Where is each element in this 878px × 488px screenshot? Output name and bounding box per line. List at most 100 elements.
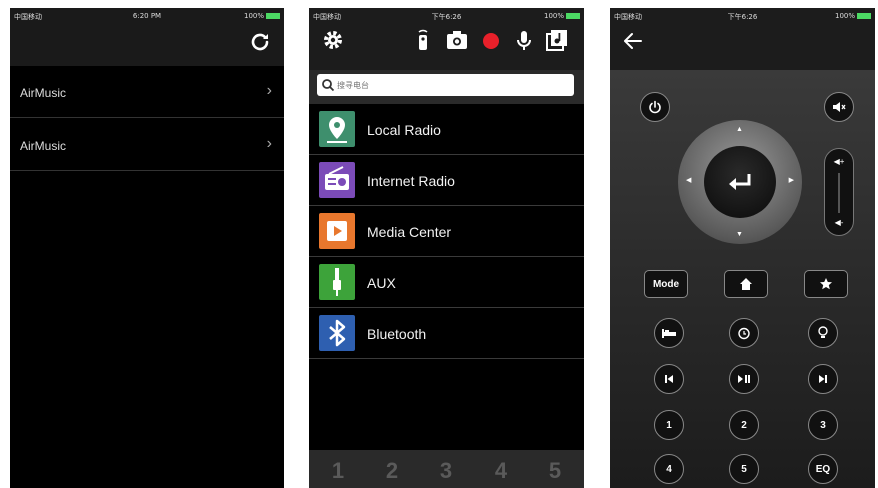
volume-up-icon[interactable]: ◀+ [825, 157, 853, 166]
source-label: Media Center [367, 224, 452, 240]
number-2-button[interactable]: 2 [729, 410, 759, 440]
preset-3-button[interactable]: 3 [431, 458, 461, 484]
number-5-button[interactable]: 5 [729, 454, 759, 484]
home-icon [740, 278, 752, 290]
remote-body: ▲ ▼ ◀ ▶ ◀+ ◀- Mode 1 2 3 4 5 EQ [610, 70, 875, 488]
source-label: Bluetooth [367, 326, 427, 342]
device-name: AirMusic [20, 86, 67, 100]
bluetooth-icon [319, 315, 355, 351]
eq-button[interactable]: EQ [808, 454, 838, 484]
music-icon[interactable] [545, 28, 569, 52]
search-input[interactable] [337, 76, 567, 94]
source-aux[interactable]: AUX [309, 257, 584, 308]
source-media-center[interactable]: Media Center [309, 206, 584, 257]
dpad-left-button[interactable]: ◀ [686, 176, 691, 184]
header: 中国移动 下午6:26 100% [610, 8, 875, 70]
mute-button[interactable] [824, 92, 854, 122]
button-label: 5 [741, 463, 747, 475]
dpad-down-button[interactable]: ▼ [736, 231, 743, 238]
battery: 100% [244, 12, 280, 20]
enter-icon [729, 174, 751, 190]
chevron-right-icon: › [266, 82, 272, 99]
home-button[interactable] [724, 270, 768, 298]
internet-radio-icon [319, 162, 355, 198]
header: 中国移动 6:20 PM 100% [10, 8, 284, 66]
sleep-button[interactable] [654, 318, 684, 348]
chevron-right-icon: › [266, 135, 272, 152]
play-pause-button[interactable] [729, 364, 759, 394]
preset-bar: 1 2 3 4 5 [309, 450, 584, 488]
back-arrow-icon[interactable] [622, 30, 644, 52]
remote-icon[interactable] [411, 28, 435, 52]
status-bar: 中国移动 6:20 PM 100% [10, 8, 284, 24]
source-bluetooth[interactable]: Bluetooth [309, 308, 584, 359]
mode-button[interactable]: Mode [644, 270, 688, 298]
power-icon [649, 100, 661, 114]
status-bar: 中国移动 下午6:26 100% [309, 8, 584, 24]
preset-4-button[interactable]: 4 [486, 458, 516, 484]
battery: 100% [835, 12, 871, 20]
battery-icon [566, 13, 580, 19]
button-label: 4 [666, 463, 672, 475]
bed-icon [662, 329, 676, 338]
alarm-clock-icon [738, 327, 750, 340]
battery: 100% [544, 12, 580, 20]
camera-icon[interactable] [445, 28, 469, 52]
media-center-icon [319, 213, 355, 249]
preset-2-button[interactable]: 2 [377, 458, 407, 484]
battery-level: 100% [543, 12, 564, 20]
play-pause-icon [738, 375, 750, 383]
source-local-radio[interactable]: Local Radio [309, 104, 584, 155]
battery-icon [266, 13, 280, 19]
skip-previous-icon [665, 375, 673, 383]
battery-level: 100% [834, 12, 855, 20]
record-icon[interactable] [479, 28, 503, 52]
device-list-screen: 中国移动 6:20 PM 100% AirMusic › AirMusic › [10, 8, 284, 488]
aux-icon [319, 264, 355, 300]
button-label: 1 [666, 419, 672, 431]
preset-5-button[interactable]: 5 [540, 458, 570, 484]
refresh-icon[interactable] [248, 30, 272, 54]
dpad-up-button[interactable]: ▲ [736, 126, 743, 133]
previous-button[interactable] [654, 364, 684, 394]
enter-button[interactable] [704, 146, 776, 218]
search-box[interactable] [317, 74, 574, 96]
battery-level: 100% [243, 12, 264, 20]
source-internet-radio[interactable]: Internet Radio [309, 155, 584, 206]
source-label: Local Radio [367, 122, 441, 138]
source-label: AUX [367, 275, 396, 291]
remote-control-screen: 中国移动 下午6:26 100% ▲ ▼ ◀ ▶ ◀+ ◀- Mode 1 2 … [610, 8, 875, 488]
number-1-button[interactable]: 1 [654, 410, 684, 440]
button-label: EQ [815, 463, 831, 475]
gear-icon[interactable] [321, 28, 345, 52]
source-label: Internet Radio [367, 173, 455, 189]
volume-down-icon[interactable]: ◀- [825, 218, 853, 227]
power-button[interactable] [640, 92, 670, 122]
dpad-right-button[interactable]: ▶ [789, 176, 794, 184]
volume-track [838, 173, 840, 213]
button-label: 3 [820, 419, 826, 431]
number-4-button[interactable]: 4 [654, 454, 684, 484]
clock: 6:20 PM [132, 12, 162, 20]
clock: 下午6:26 [431, 13, 462, 21]
search-icon [322, 79, 335, 92]
dpad: ▲ ▼ ◀ ▶ [678, 120, 802, 244]
number-3-button[interactable]: 3 [808, 410, 838, 440]
next-button[interactable] [808, 364, 838, 394]
device-item[interactable]: AirMusic › [10, 66, 284, 118]
device-item[interactable]: AirMusic › [10, 119, 284, 171]
status-bar: 中国移动 下午6:26 100% [610, 8, 875, 24]
source-select-screen: 中国移动 下午6:26 100% 搜寻电台 Local Radio Intern… [309, 8, 584, 488]
alarm-button[interactable] [729, 318, 759, 348]
header: 中国移动 下午6:26 100% [309, 8, 584, 70]
device-name: AirMusic [20, 139, 67, 153]
preset-1-button[interactable]: 1 [323, 458, 353, 484]
light-button[interactable] [808, 318, 838, 348]
battery-icon [857, 13, 871, 19]
lightbulb-icon [818, 326, 828, 338]
skip-next-icon [819, 375, 827, 383]
favorite-button[interactable] [804, 270, 848, 298]
microphone-icon[interactable] [512, 28, 536, 52]
star-icon [820, 278, 832, 290]
button-label: 2 [741, 419, 747, 431]
